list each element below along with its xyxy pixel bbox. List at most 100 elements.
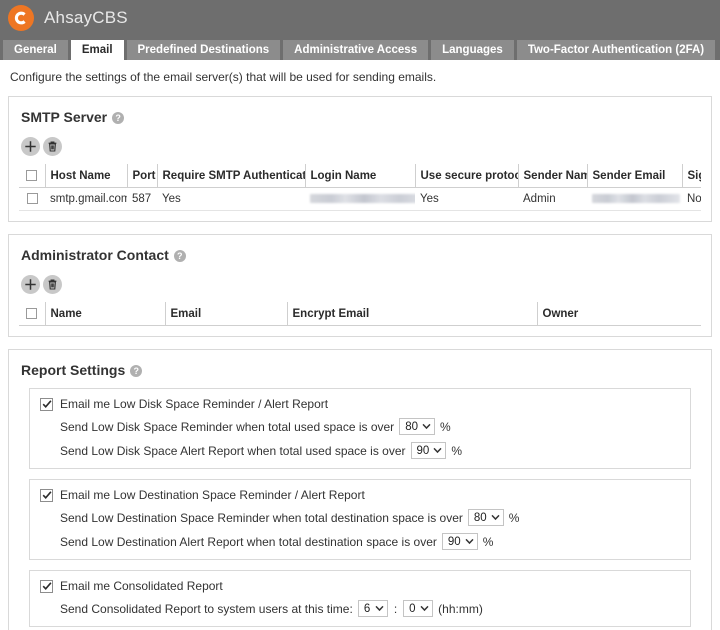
page-description: Configure the settings of the email serv… — [0, 60, 720, 96]
low-disk-space-alert-row: Send Low Disk Space Alert Report when to… — [40, 442, 680, 459]
help-icon[interactable]: ? — [174, 250, 186, 262]
column-encrypt-email: Encrypt Email — [287, 302, 537, 326]
low-destination-space-alert-label: Send Low Destination Alert Report when t… — [60, 535, 437, 549]
low-destination-space-reminder-row: Send Low Destination Space Reminder when… — [40, 509, 680, 526]
low-destination-space-reminder-select[interactable]: 80 — [468, 509, 504, 526]
column-owner: Owner — [537, 302, 701, 326]
chevron-down-icon — [422, 423, 431, 430]
chevron-down-icon — [433, 447, 442, 454]
redacted-value — [592, 194, 680, 203]
administrator-contact-toolbar — [21, 275, 701, 294]
selected-value: 80 — [474, 512, 487, 524]
administrator-contact-panel: Administrator Contact ? — [8, 234, 712, 337]
cell-sender-name: Admin — [518, 188, 587, 211]
percent-unit: % — [483, 535, 494, 549]
tab-general[interactable]: General — [3, 40, 68, 60]
selected-value: 80 — [405, 421, 418, 433]
low-disk-space-reminder-select[interactable]: 80 — [399, 418, 435, 435]
column-require-smtp-authentication: Require SMTP Authentication — [157, 164, 305, 188]
chevron-down-icon — [465, 538, 474, 545]
administrator-contact-title: Administrator Contact — [21, 247, 169, 263]
settings-tabbar: General Email Predefined Destinations Ad… — [0, 36, 720, 60]
selected-value: 90 — [417, 445, 430, 457]
consolidated-report-minute-select[interactable]: 0 — [403, 600, 433, 617]
consolidated-report-time-label: Send Consolidated Report to system users… — [60, 602, 353, 616]
low-disk-space-reminder-row: Send Low Disk Space Reminder when total … — [40, 418, 680, 435]
low-destination-space-label: Email me Low Destination Space Reminder … — [60, 488, 365, 502]
low-disk-space-group: Email me Low Disk Space Reminder / Alert… — [29, 388, 691, 469]
consolidated-report-group: Email me Consolidated Report Send Consol… — [29, 570, 691, 627]
select-all-header — [19, 302, 45, 326]
column-sender-email: Sender Email — [587, 164, 682, 188]
select-all-checkbox[interactable] — [26, 308, 37, 319]
consolidated-report-checkbox[interactable] — [40, 580, 53, 593]
chevron-down-icon — [491, 514, 500, 521]
smtp-server-panel: SMTP Server ? — [8, 96, 712, 222]
administrator-contact-table: Name Email Encrypt Email Owner — [19, 302, 701, 326]
row-select-checkbox[interactable] — [27, 193, 38, 204]
low-disk-space-alert-label: Send Low Disk Space Alert Report when to… — [60, 444, 406, 458]
app-header: AhsayCBS — [0, 0, 720, 36]
chevron-down-icon — [420, 605, 429, 612]
cell-require-smtp-authentication: Yes — [157, 188, 305, 211]
report-settings-heading: Report Settings ? — [21, 362, 701, 378]
percent-unit: % — [451, 444, 462, 458]
column-host-name: Host Name — [45, 164, 127, 188]
help-icon[interactable]: ? — [130, 365, 142, 377]
plus-icon[interactable] — [21, 137, 40, 156]
select-all-header — [19, 164, 45, 188]
smtp-server-heading: SMTP Server ? — [21, 109, 701, 125]
time-separator: : — [394, 602, 397, 616]
ahsay-c-logo-icon — [8, 5, 34, 31]
redacted-value — [310, 194, 415, 203]
table-header-row: Name Email Encrypt Email Owner — [19, 302, 701, 326]
tab-predefined-destinations[interactable]: Predefined Destinations — [127, 40, 281, 60]
column-name: Name — [45, 302, 165, 326]
help-icon[interactable]: ? — [112, 112, 124, 124]
column-port: Port — [127, 164, 157, 188]
low-disk-space-checkbox[interactable] — [40, 398, 53, 411]
low-destination-space-reminder-label: Send Low Destination Space Reminder when… — [60, 511, 463, 525]
percent-unit: % — [440, 420, 451, 434]
column-sender-name: Sender Name — [518, 164, 587, 188]
low-disk-space-label: Email me Low Disk Space Reminder / Alert… — [60, 397, 328, 411]
cell-sign-all: No — [682, 188, 701, 211]
smtp-server-toolbar — [21, 137, 701, 156]
smtp-server-title: SMTP Server — [21, 109, 107, 125]
table-row[interactable]: smtp.gmail.com 587 Yes Yes Admin No — [19, 188, 701, 211]
brand-title: AhsayCBS — [44, 8, 128, 28]
low-disk-space-reminder-label: Send Low Disk Space Reminder when total … — [60, 420, 394, 434]
low-destination-space-checkbox[interactable] — [40, 489, 53, 502]
low-destination-space-alert-row: Send Low Destination Alert Report when t… — [40, 533, 680, 550]
plus-icon[interactable] — [21, 275, 40, 294]
selected-value: 0 — [409, 603, 415, 615]
report-settings-panel: Report Settings ? Email me Low Disk Spac… — [8, 349, 712, 630]
consolidated-report-hour-select[interactable]: 6 — [358, 600, 388, 617]
selected-value: 90 — [448, 536, 461, 548]
low-disk-space-alert-select[interactable]: 90 — [411, 442, 447, 459]
percent-unit: % — [509, 511, 520, 525]
table-header-row: Host Name Port Require SMTP Authenticati… — [19, 164, 701, 188]
administrator-contact-heading: Administrator Contact ? — [21, 247, 701, 263]
column-use-secure-protocol: Use secure protocol — [415, 164, 518, 188]
consolidated-report-checkbox-row: Email me Consolidated Report — [40, 579, 680, 593]
column-email: Email — [165, 302, 287, 326]
cell-use-secure-protocol: Yes — [415, 188, 518, 211]
low-destination-space-checkbox-row: Email me Low Destination Space Reminder … — [40, 488, 680, 502]
cell-port: 587 — [127, 188, 157, 211]
smtp-server-table: Host Name Port Require SMTP Authenticati… — [19, 164, 701, 211]
tab-languages[interactable]: Languages — [431, 40, 514, 60]
tab-email[interactable]: Email — [71, 40, 124, 60]
tab-two-factor-authentication[interactable]: Two-Factor Authentication (2FA) — [517, 40, 715, 60]
consolidated-report-time-row: Send Consolidated Report to system users… — [40, 600, 680, 617]
page-root: AhsayCBS General Email Predefined Destin… — [0, 0, 720, 630]
trash-icon[interactable] — [43, 275, 62, 294]
time-format-hint: (hh:mm) — [438, 602, 483, 616]
tab-administrative-access[interactable]: Administrative Access — [283, 40, 428, 60]
trash-icon[interactable] — [43, 137, 62, 156]
cell-login-name-redacted — [305, 188, 415, 211]
select-all-checkbox[interactable] — [26, 170, 37, 181]
low-destination-space-alert-select[interactable]: 90 — [442, 533, 478, 550]
low-destination-space-group: Email me Low Destination Space Reminder … — [29, 479, 691, 560]
row-select-cell — [19, 188, 45, 211]
